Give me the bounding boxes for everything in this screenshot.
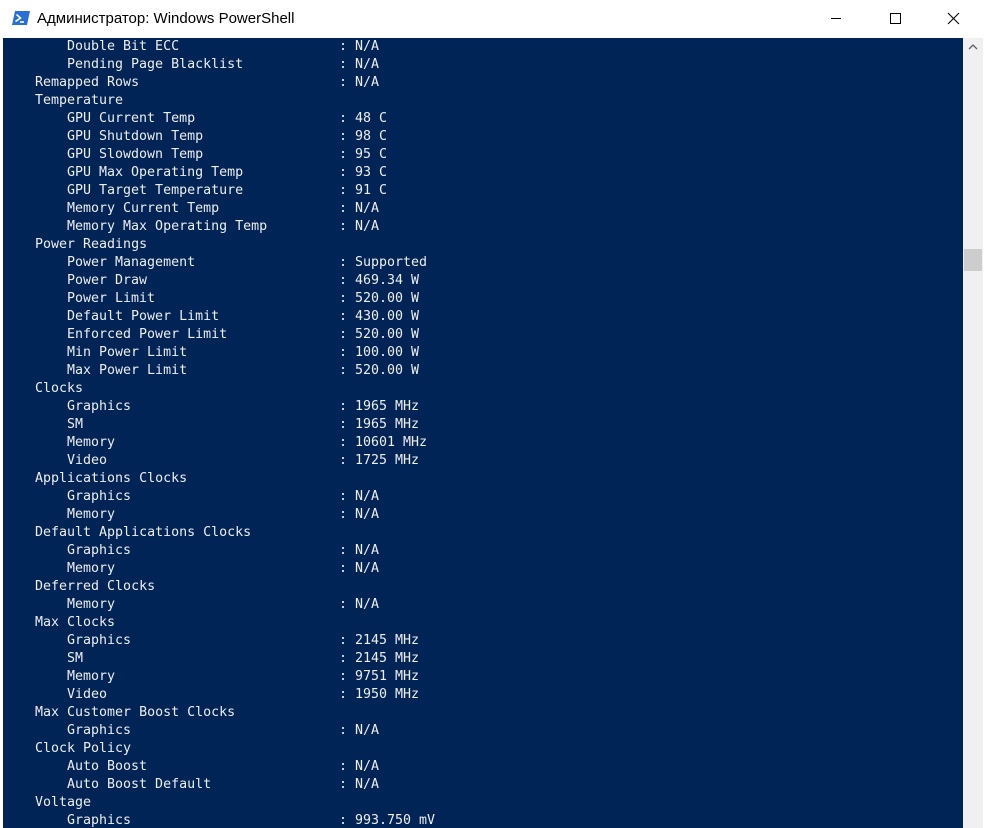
field-label: Auto Boost Default — [67, 777, 212, 792]
field-value: : 520.00 W — [339, 291, 420, 306]
field-value: : N/A — [339, 39, 380, 54]
field-label: Pending Page Blacklist — [67, 57, 244, 72]
field-value: : 2145 MHz — [339, 651, 420, 666]
field-value: : N/A — [339, 489, 380, 504]
field-value: : N/A — [339, 777, 380, 792]
field-label: Auto Boost — [67, 759, 148, 774]
field-value: : 1965 MHz — [339, 417, 420, 432]
section-heading: Default Applications Clocks — [35, 525, 252, 540]
field-label: Default Power Limit — [67, 309, 220, 324]
field-label: Graphics — [67, 813, 132, 828]
section-heading: Clock Policy — [35, 741, 132, 756]
field-value: : 9751 MHz — [339, 669, 420, 684]
field-value: : N/A — [339, 219, 380, 234]
field-value: : N/A — [339, 201, 380, 216]
field-value: : 993.750 mV — [339, 813, 436, 828]
field-value: : 10601 MHz — [339, 435, 428, 450]
title-bar[interactable]: Администратор: Windows PowerShell — [0, 0, 986, 38]
field-value: : N/A — [339, 759, 380, 774]
field-label: Power Draw — [67, 273, 148, 288]
field-value: : 520.00 W — [339, 363, 420, 378]
field-label: Double Bit ECC — [67, 39, 180, 54]
field-value: : N/A — [339, 57, 380, 72]
field-label: Video — [67, 453, 108, 468]
section-heading: Remapped Rows — [35, 75, 140, 90]
field-value: : 520.00 W — [339, 327, 420, 342]
powershell-window: Администратор: Windows PowerShell Double… — [0, 0, 986, 828]
field-value: : 100.00 W — [339, 345, 420, 360]
field-label: Enforced Power Limit — [67, 327, 228, 342]
field-value: : N/A — [339, 507, 380, 522]
section-heading: Max Clocks — [35, 615, 116, 630]
field-value: : 91 C — [339, 183, 388, 198]
field-label: Graphics — [67, 489, 132, 504]
console-output[interactable]: Double Bit ECC : N/A Pending Page Blacklis… — [3, 38, 963, 828]
section-heading: Voltage — [35, 795, 92, 810]
field-value: : 93 C — [339, 165, 388, 180]
field-label: Memory — [67, 435, 116, 450]
field-value: : 1950 MHz — [339, 687, 420, 702]
field-value: : 95 C — [339, 147, 388, 162]
section-heading: Temperature — [35, 93, 124, 108]
field-value: : 1725 MHz — [339, 453, 420, 468]
field-label: GPU Current Temp — [67, 111, 196, 126]
field-label: Memory Current Temp — [67, 201, 220, 216]
section-heading: Clocks — [35, 381, 84, 396]
scrollbar-thumb[interactable] — [964, 249, 982, 271]
field-label: Memory — [67, 507, 116, 522]
field-value: : 2145 MHz — [339, 633, 420, 648]
field-label: Memory — [67, 561, 116, 576]
field-label: SM — [67, 651, 84, 666]
field-label: Graphics — [67, 399, 132, 414]
field-label: Memory — [67, 669, 116, 684]
close-icon — [947, 12, 960, 25]
maximize-icon — [890, 13, 901, 24]
field-value: : N/A — [339, 75, 380, 90]
window-title: Администратор: Windows PowerShell — [37, 10, 295, 27]
field-value: : 48 C — [339, 111, 388, 126]
field-label: Memory — [67, 597, 116, 612]
field-value: : N/A — [339, 723, 380, 738]
section-heading: Max Customer Boost Clocks — [35, 705, 236, 720]
field-value: : Supported — [339, 255, 428, 270]
field-label: GPU Target Temperature — [67, 183, 244, 198]
section-heading: Deferred Clocks — [35, 579, 156, 594]
scroll-up-arrow-icon — [968, 44, 978, 50]
field-label: SM — [67, 417, 84, 432]
section-heading: Applications Clocks — [35, 471, 188, 486]
field-value: : 98 C — [339, 129, 388, 144]
field-label: Min Power Limit — [67, 345, 188, 360]
scroll-up-button[interactable] — [963, 38, 983, 55]
field-label: GPU Shutdown Temp — [67, 129, 204, 144]
field-label: Graphics — [67, 723, 132, 738]
powershell-icon[interactable] — [12, 10, 30, 26]
field-label: Video — [67, 687, 108, 702]
minimize-icon — [831, 18, 841, 19]
minimize-button[interactable] — [812, 0, 870, 38]
section-heading: Power Readings — [35, 237, 148, 252]
field-value: : 469.34 W — [339, 273, 420, 288]
field-value: : N/A — [339, 543, 380, 558]
field-value: : 1965 MHz — [339, 399, 420, 414]
field-value: : N/A — [339, 597, 380, 612]
field-label: Max Power Limit — [67, 363, 188, 378]
field-value: : 430.00 W — [339, 309, 420, 324]
field-label: Power Management — [67, 255, 196, 270]
field-label: Memory Max Operating Temp — [67, 219, 268, 234]
field-label: Graphics — [67, 633, 132, 648]
field-label: Power Limit — [67, 291, 156, 306]
field-value: : N/A — [339, 561, 380, 576]
vertical-scrollbar[interactable] — [963, 38, 983, 828]
close-button[interactable] — [925, 0, 983, 38]
field-label: GPU Max Operating Temp — [67, 165, 244, 180]
field-label: Graphics — [67, 543, 132, 558]
maximize-button[interactable] — [866, 0, 924, 38]
field-label: GPU Slowdown Temp — [67, 147, 204, 162]
